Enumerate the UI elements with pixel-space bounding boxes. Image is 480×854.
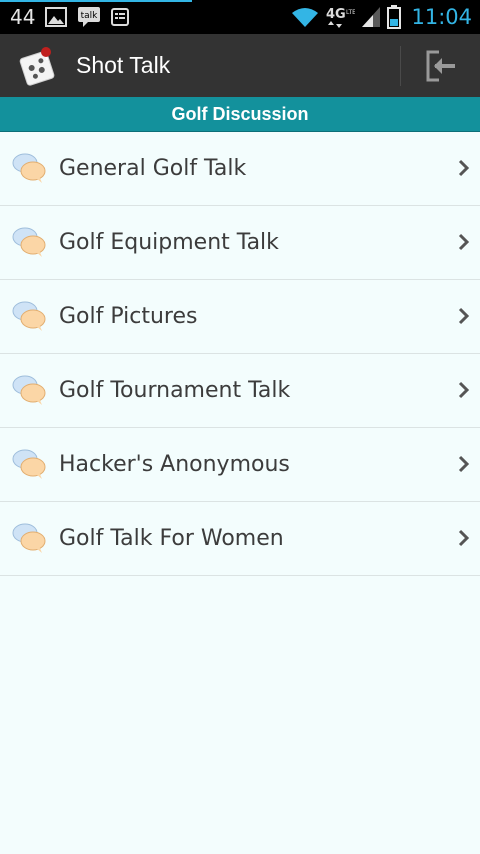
chat-bubbles-icon (12, 301, 46, 331)
notification-count: 44 (10, 5, 36, 29)
status-bar-notifications: 44 talk (10, 4, 130, 30)
forum-item-label: General Golf Talk (59, 156, 247, 181)
app-logo-icon[interactable] (16, 44, 60, 88)
chevron-right-icon (458, 529, 470, 547)
forum-item-label: Golf Tournament Talk (59, 378, 291, 403)
logout-button[interactable] (401, 34, 480, 97)
clock: 11:04 (411, 5, 472, 29)
action-bar: Shot Talk (0, 34, 480, 98)
forum-item-golf-talk-for-women[interactable]: Golf Talk For Women (0, 502, 480, 576)
chat-bubbles-icon (12, 449, 46, 479)
wifi-icon (292, 8, 319, 27)
forum-item-golf-equipment-talk[interactable]: Golf Equipment Talk (0, 206, 480, 280)
forum-item-label: Golf Pictures (59, 304, 198, 329)
battery-icon (387, 5, 402, 29)
chat-bubbles-icon (12, 523, 46, 553)
signal-icon (362, 7, 381, 27)
forum-item-label: Golf Talk For Women (59, 526, 284, 551)
forum-item-label: Golf Equipment Talk (59, 230, 279, 255)
status-bar: 44 talk 4G LTE 11:04 (0, 0, 480, 34)
status-bar-system: 4G LTE 11:04 (291, 4, 472, 30)
chat-bubbles-icon (12, 375, 46, 405)
chevron-right-icon (458, 159, 470, 177)
chevron-right-icon (458, 233, 470, 251)
chat-bubbles-icon (12, 153, 46, 183)
section-header: Golf Discussion (0, 97, 480, 132)
talk-icon: talk (78, 7, 101, 27)
forum-item-general-golf-talk[interactable]: General Golf Talk (0, 132, 480, 206)
forum-item-hackers-anonymous[interactable]: Hacker's Anonymous (0, 428, 480, 502)
status-progress-line (0, 0, 192, 2)
svg-text:4G: 4G (326, 7, 346, 22)
svg-text:talk: talk (81, 11, 99, 21)
logout-icon (426, 50, 455, 81)
news-icon (111, 8, 130, 26)
svg-text:LTE: LTE (346, 9, 355, 16)
chevron-right-icon (458, 455, 470, 473)
forum-item-golf-pictures[interactable]: Golf Pictures (0, 280, 480, 354)
app-title: Shot Talk (76, 52, 171, 78)
chevron-right-icon (458, 307, 470, 325)
forum-item-golf-tournament-talk[interactable]: Golf Tournament Talk (0, 354, 480, 428)
forum-list: General Golf Talk Golf Equipment Talk Go… (0, 132, 480, 576)
4g-icon: 4G LTE (326, 7, 355, 28)
forum-item-label: Hacker's Anonymous (59, 452, 290, 477)
chat-bubbles-icon (12, 227, 46, 257)
image-icon (45, 7, 68, 27)
chevron-right-icon (458, 381, 470, 399)
